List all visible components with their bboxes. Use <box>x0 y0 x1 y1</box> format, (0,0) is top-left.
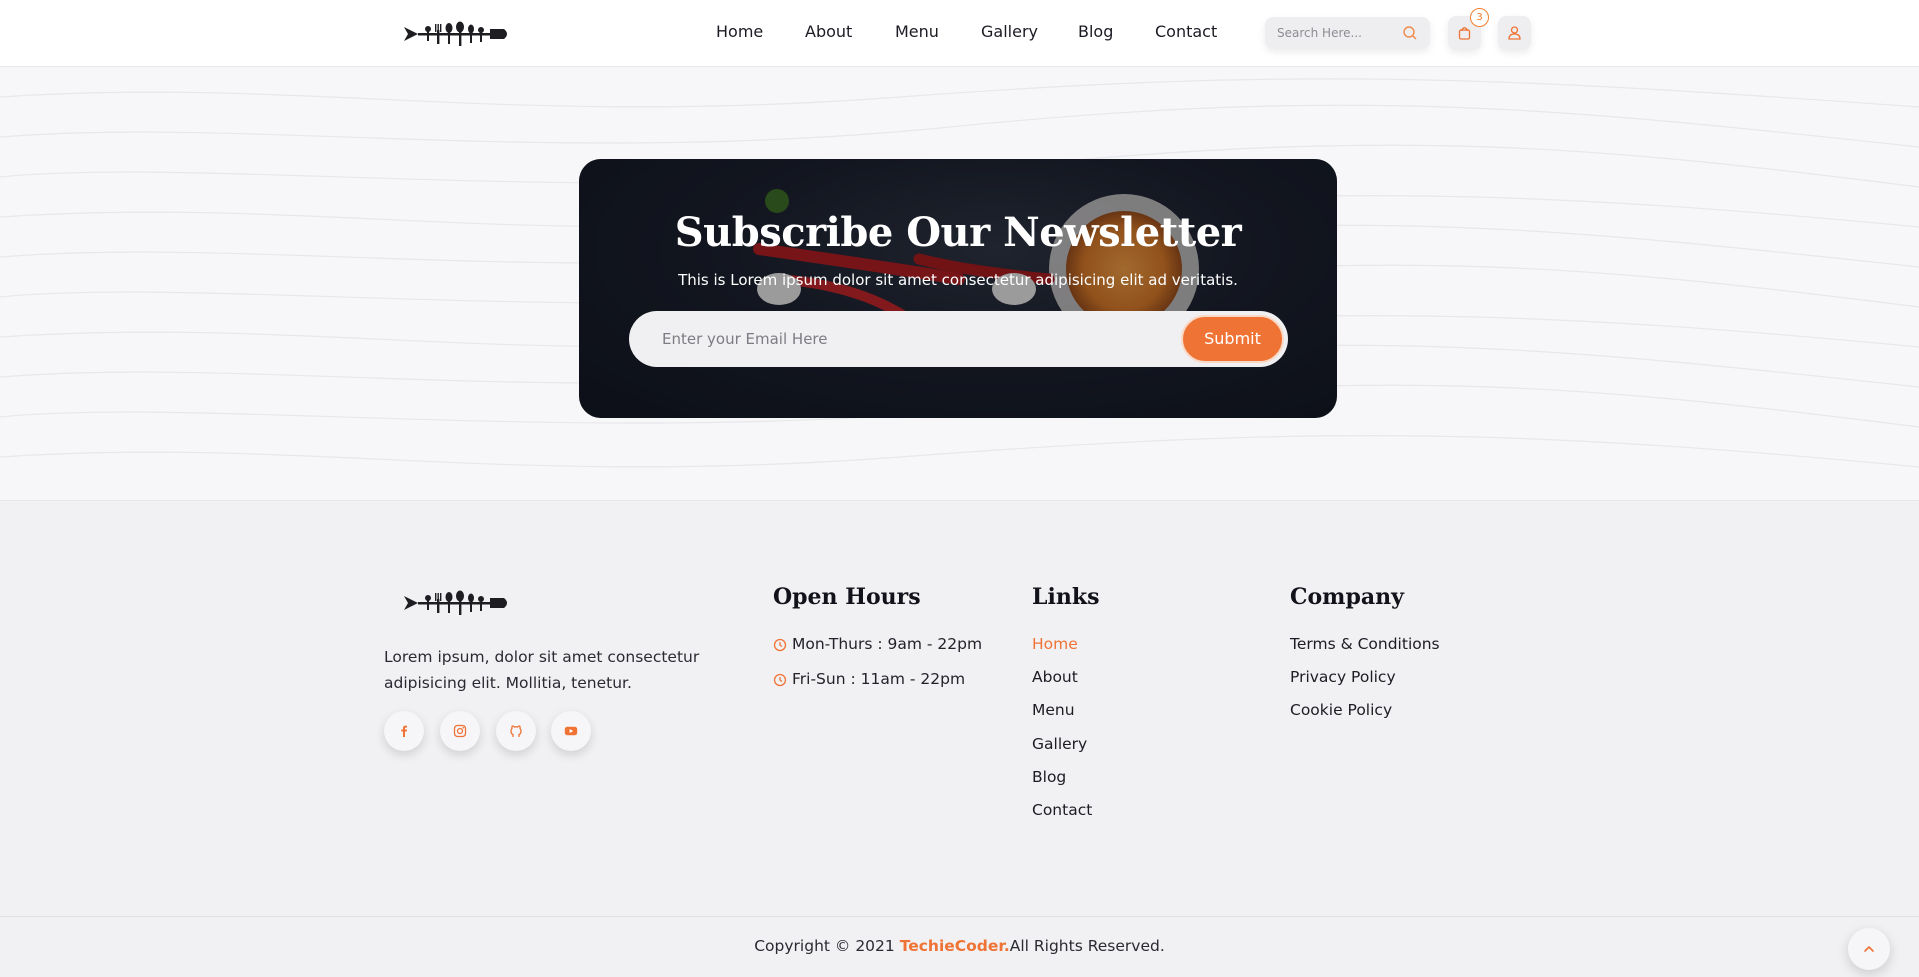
nav-menu[interactable]: Menu <box>895 22 939 41</box>
footer-link-privacy[interactable]: Privacy Policy <box>1290 668 1396 686</box>
open-hours-title: Open Hours <box>773 584 921 610</box>
footer-logo-utensils[interactable] <box>404 589 510 617</box>
links-title: Links <box>1032 584 1100 610</box>
youtube-button[interactable] <box>551 711 591 751</box>
site-header: Home About Menu Gallery Blog Contact 3 <box>0 0 1919 67</box>
instagram-button[interactable] <box>440 711 480 751</box>
github-icon <box>510 725 522 737</box>
footer-link-home[interactable]: Home <box>1032 635 1078 653</box>
facebook-icon <box>401 725 407 737</box>
copyright-bar: Copyright © 2021 TechieCoder.All Rights … <box>0 916 1919 977</box>
clock-icon <box>773 638 787 652</box>
nav-blog[interactable]: Blog <box>1078 22 1113 41</box>
user-icon <box>1508 26 1521 40</box>
facebook-button[interactable] <box>384 711 424 751</box>
github-button[interactable] <box>496 711 536 751</box>
nav-gallery[interactable]: Gallery <box>981 22 1038 41</box>
scroll-to-top-button[interactable] <box>1848 928 1890 970</box>
search-icon[interactable] <box>1402 25 1418 41</box>
nav-home[interactable]: Home <box>716 22 763 41</box>
chevron-up-icon <box>1864 946 1874 952</box>
newsletter-card: Subscribe Our Newsletter This is Lorem i… <box>579 159 1337 418</box>
site-footer: Lorem ipsum, dolor sit amet consectetur … <box>0 502 1919 916</box>
logo-utensils[interactable] <box>404 20 510 48</box>
nav-about[interactable]: About <box>805 22 852 41</box>
footer-link-menu[interactable]: Menu <box>1032 701 1075 719</box>
footer-link-cookie[interactable]: Cookie Policy <box>1290 701 1392 719</box>
copyright-prefix: Copyright © 2021 <box>754 937 900 955</box>
footer-link-gallery[interactable]: Gallery <box>1032 735 1087 753</box>
copyright-text: Copyright © 2021 TechieCoder.All Rights … <box>0 937 1919 955</box>
company-title: Company <box>1290 584 1404 610</box>
brand-link[interactable]: TechieCoder. <box>900 937 1010 955</box>
hours-text: Fri-Sun : 11am - 22pm <box>792 670 966 688</box>
newsletter-subtitle: This is Lorem ipsum dolor sit amet conse… <box>678 271 1238 289</box>
search-box <box>1265 17 1430 49</box>
instagram-icon <box>453 724 467 738</box>
nav-contact[interactable]: Contact <box>1155 22 1217 41</box>
shopping-bag-icon <box>1458 27 1471 40</box>
hours-text: Mon-Thurs : 9am - 22pm <box>792 635 983 653</box>
footer-link-about[interactable]: About <box>1032 668 1078 686</box>
footer-link-terms[interactable]: Terms & Conditions <box>1290 635 1440 653</box>
cart-count-badge: 3 <box>1470 8 1489 27</box>
newsletter-form: Submit <box>629 311 1288 367</box>
footer-link-blog[interactable]: Blog <box>1032 768 1066 786</box>
search-input[interactable] <box>1277 24 1397 42</box>
footer-link-contact[interactable]: Contact <box>1032 801 1092 819</box>
youtube-icon <box>564 726 578 736</box>
footer-about-text: Lorem ipsum, dolor sit amet consectetur … <box>384 648 700 692</box>
user-button[interactable] <box>1498 16 1531 50</box>
copyright-suffix: All Rights Reserved. <box>1009 937 1165 955</box>
email-input[interactable] <box>662 329 1162 349</box>
clock-icon <box>773 673 787 687</box>
submit-button[interactable]: Submit <box>1181 315 1284 363</box>
newsletter-title: Subscribe Our Newsletter <box>674 209 1242 256</box>
